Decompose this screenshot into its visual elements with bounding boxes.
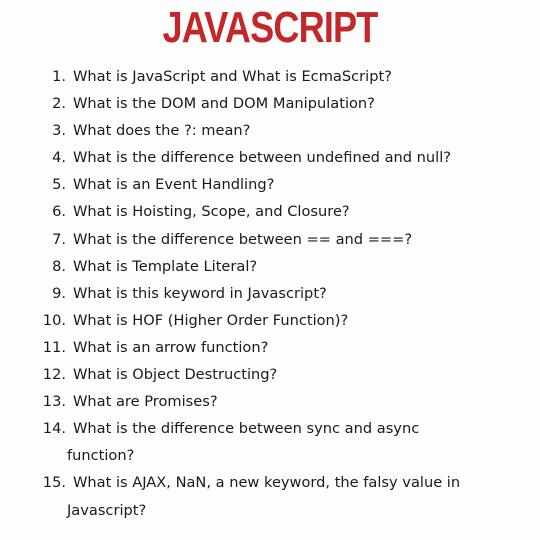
item-number: 15. (42, 474, 66, 492)
list-item: 11. What is an arrow function? (0, 334, 540, 361)
item-text: What is HOF (Higher Order Function)? (73, 311, 349, 329)
list-item: 7. What is the difference between == and… (0, 226, 540, 253)
list-item: 5. What is an Event Handling? (0, 171, 540, 198)
list-item: 2. What is the DOM and DOM Manipulation? (0, 90, 540, 117)
item-number: 1. (52, 68, 66, 85)
page-title: JAVASCRIPT (162, 3, 379, 52)
list-item: 14. What is the difference between sync … (0, 415, 540, 469)
item-number: 2. (52, 95, 66, 113)
item-number: 9. (52, 284, 66, 302)
page: JAVASCRIPT 1. What is JavaScript and Wha… (0, 0, 540, 540)
list-item: 15. What is AJAX, NaN, a new keyword, th… (0, 469, 540, 523)
item-number: 8. (52, 257, 66, 275)
item-text: What is JavaScript and What is EcmaScrip… (73, 68, 392, 85)
item-text: What is the DOM and DOM Manipulation? (73, 95, 375, 113)
item-text: What is an Event Handling? (73, 176, 275, 194)
item-number: 14. (42, 420, 66, 438)
item-number: 11. (42, 338, 66, 356)
item-text: What does the ?: mean? (73, 122, 251, 140)
item-text: What is the difference between == and ==… (73, 230, 413, 248)
item-text: What is AJAX, NaN, a new keyword, the fa… (73, 474, 461, 492)
item-text: What is Hoisting, Scope, and Closure? (73, 203, 350, 221)
list-item: 12. What is Object Destructing? (0, 361, 540, 388)
item-number: 13. (42, 393, 66, 411)
item-number: 5. (52, 176, 66, 194)
list-item: 10. What is HOF (Higher Order Function)? (0, 307, 540, 334)
item-text: What is an arrow function? (73, 338, 269, 356)
item-number: 4. (52, 149, 66, 167)
item-number: 7. (52, 230, 66, 248)
item-number: 3. (52, 122, 66, 140)
item-text-continued: function? (67, 447, 135, 465)
list-item: 4. What is the difference between undefi… (0, 144, 540, 171)
item-text: What is the difference between undefined… (73, 149, 452, 167)
item-number: 6. (52, 203, 66, 221)
item-text: What is Template Literal? (73, 257, 258, 275)
list-item: 1. What is JavaScript and What is EcmaSc… (0, 63, 540, 90)
list-item: 6. What is Hoisting, Scope, and Closure? (0, 198, 540, 225)
question-list: 1. What is JavaScript and What is EcmaSc… (0, 63, 540, 524)
list-item: 8. What is Template Literal? (0, 253, 540, 280)
item-number: 10. (42, 311, 66, 329)
item-text: What is Object Destructing? (73, 366, 278, 384)
item-text: What is this keyword in Javascript? (73, 284, 327, 302)
item-number: 12. (42, 366, 66, 384)
list-item: 13. What are Promises? (0, 388, 540, 415)
list-item: 3. What does the ?: mean? (0, 117, 540, 144)
list-item: 9. What is this keyword in Javascript? (0, 280, 540, 307)
item-text: What are Promises? (73, 393, 218, 411)
item-text: What is the difference between sync and … (73, 420, 420, 438)
item-text-continued: Javascript? (67, 501, 147, 519)
